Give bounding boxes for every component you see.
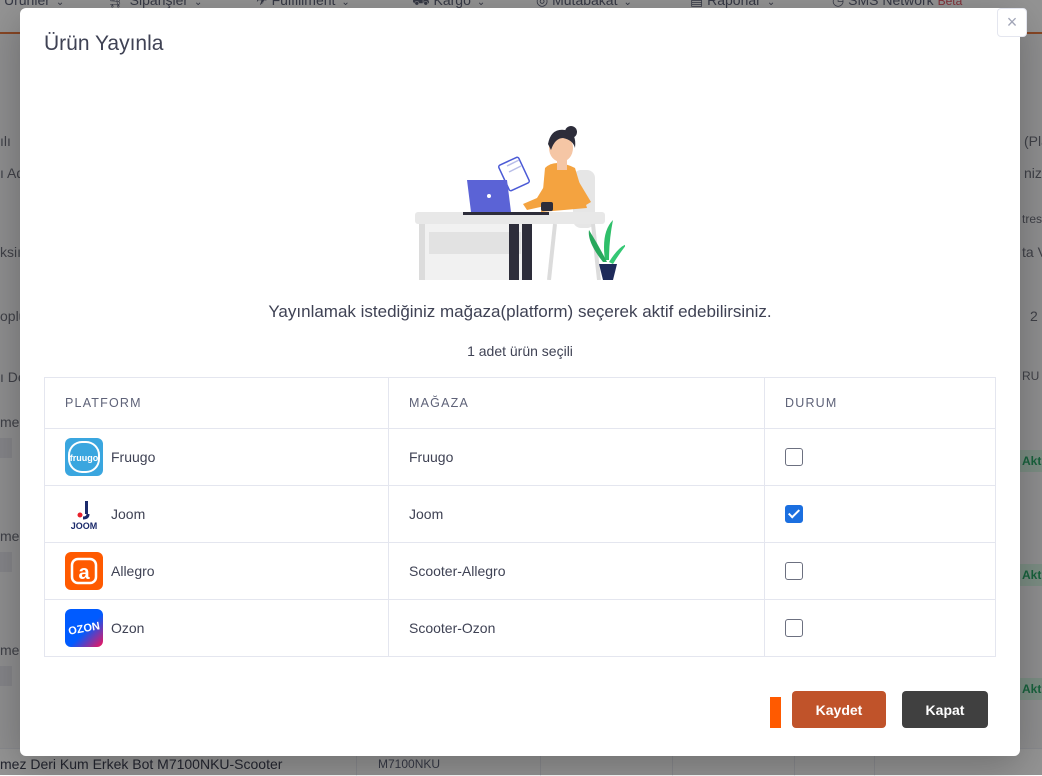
table-row: OZON Ozon Scooter-Ozon: [44, 599, 996, 657]
woman-at-desk-illustration: [415, 126, 625, 280]
modal-title: Ürün Yayınla: [44, 32, 164, 55]
column-header-platform: PLATFORM: [44, 377, 389, 429]
logo-text: a: [78, 562, 90, 584]
close-modal-button[interactable]: Kapat: [902, 691, 988, 728]
table-row: fruugo Fruugo Fruugo: [44, 428, 996, 486]
logo-text: OZON: [67, 620, 100, 637]
logo-text: fruugo: [70, 453, 99, 463]
selected-count: 1 adet ürün seçili: [467, 343, 573, 359]
status-checkbox[interactable]: [785, 505, 803, 524]
platform-name: Allegro: [111, 563, 155, 579]
logo-text: JOOM: [71, 521, 98, 531]
column-header-status: DURUM: [764, 377, 996, 429]
status-checkbox[interactable]: [785, 562, 803, 581]
publish-product-modal: Ürün Yayınla × Yayınlamak istediğiniz ma…: [20, 8, 1027, 756]
table-header-row: PLATFORM MAĞAZA DURUM: [44, 377, 996, 429]
platform-table: PLATFORM MAĞAZA DURUM fruugo Fruugo Fruu…: [44, 377, 996, 657]
store-name: Fruugo: [388, 428, 765, 486]
ozon-logo-icon: OZON: [65, 609, 103, 647]
modal-instruction: Yayınlamak istediğiniz mağaza(platform) …: [268, 302, 772, 321]
close-button[interactable]: ×: [997, 8, 1027, 37]
store-name: Joom: [388, 485, 765, 543]
store-name: Scooter-Ozon: [388, 599, 765, 657]
status-checkbox[interactable]: [785, 619, 803, 638]
platform-name: Ozon: [111, 620, 145, 636]
column-header-store: MAĞAZA: [388, 377, 765, 429]
accent-marker: [770, 697, 781, 728]
joom-logo-icon: JOOM: [65, 495, 103, 533]
allegro-logo-icon: a: [65, 552, 103, 590]
table-row: JOOM Joom Joom: [44, 485, 996, 543]
close-icon: ×: [1006, 12, 1018, 32]
platform-name: Joom: [111, 506, 146, 522]
store-name: Scooter-Allegro: [388, 542, 765, 600]
fruugo-logo-icon: fruugo: [65, 438, 103, 476]
table-row: a Allegro Scooter-Allegro: [44, 542, 996, 600]
platform-name: Fruugo: [111, 449, 156, 465]
status-checkbox[interactable]: [785, 448, 803, 467]
save-button[interactable]: Kaydet: [792, 691, 886, 728]
